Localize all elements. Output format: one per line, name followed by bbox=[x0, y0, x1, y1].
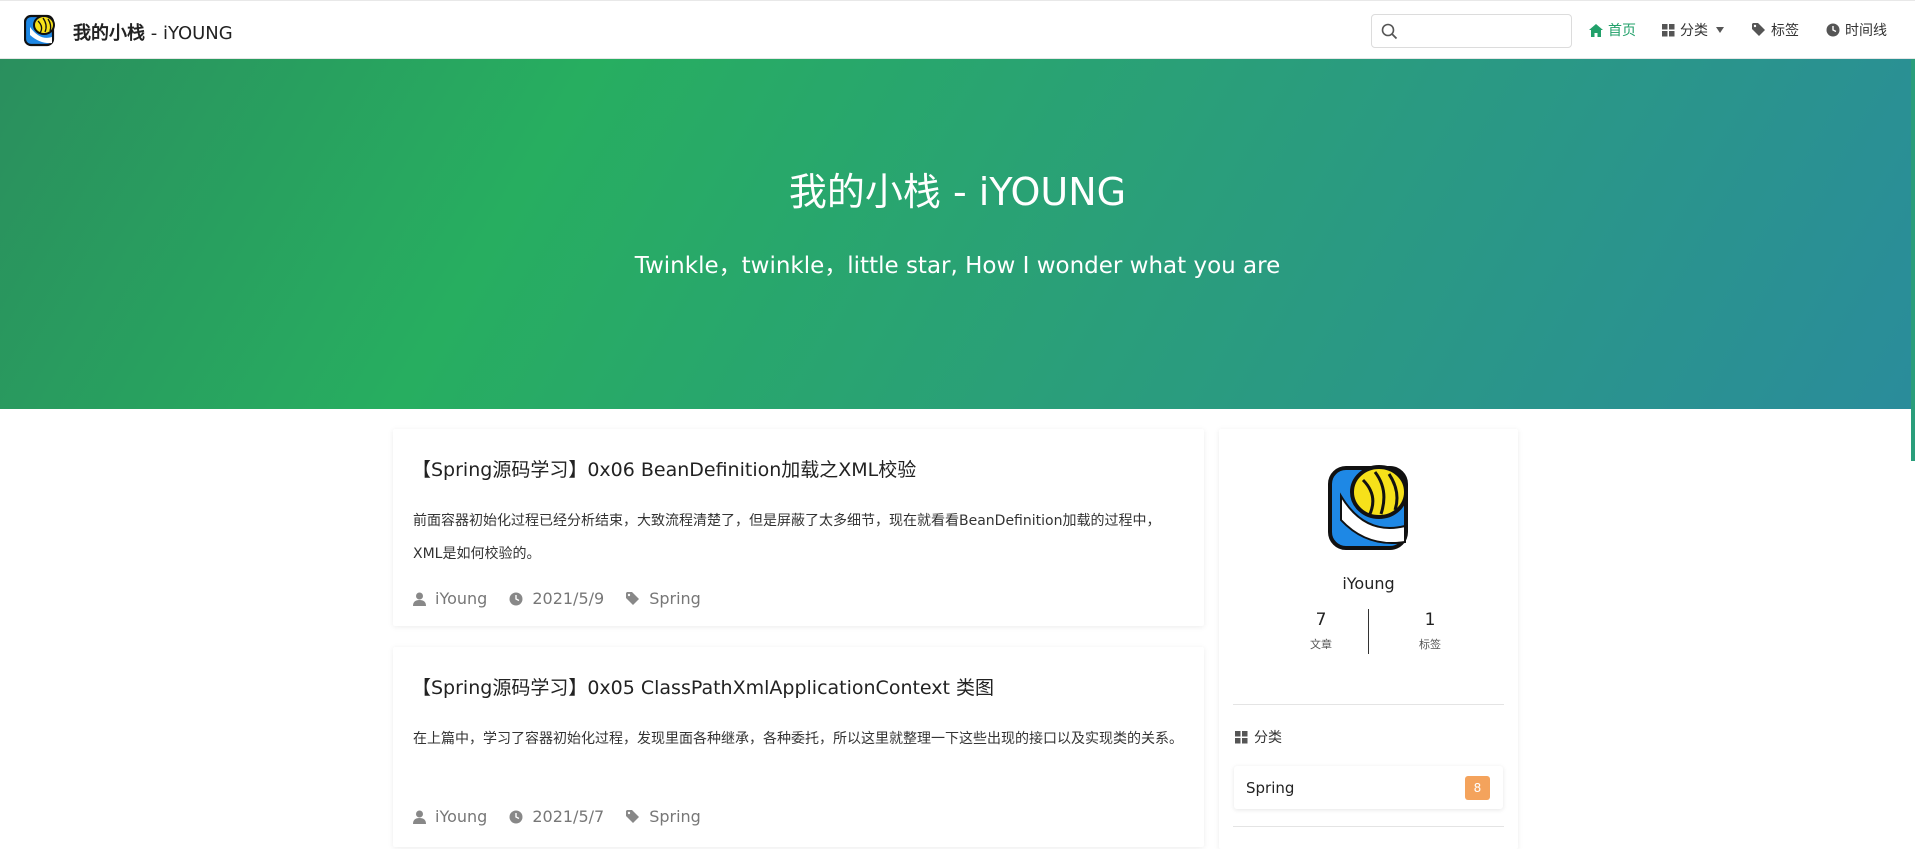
post-author: iYoung bbox=[413, 589, 487, 608]
hero-title: 我的小栈 - iYOUNG bbox=[788, 170, 1127, 214]
scroll-accent-bar bbox=[1911, 59, 1915, 461]
nav-timeline-label[interactable]: 时间线 bbox=[1845, 20, 1887, 40]
post-date: 2021/5/7 bbox=[509, 807, 604, 826]
post-tag[interactable]: Spring bbox=[626, 589, 701, 608]
post-card[interactable]: 【Spring源码学习】0x06 BeanDefinition加载之XML校验 … bbox=[393, 429, 1204, 626]
divider bbox=[1233, 826, 1504, 827]
post-card[interactable]: 【Spring源码学习】0x05 ClassPathXmlApplication… bbox=[393, 647, 1204, 847]
tag-icon bbox=[626, 591, 640, 605]
nav-timeline[interactable]: 时间线 bbox=[1826, 20, 1887, 40]
post-meta: iYoung 2021/5/7 Spring bbox=[413, 807, 723, 826]
grid-icon bbox=[1662, 23, 1675, 36]
stat-tags[interactable]: 1 标签 bbox=[1390, 610, 1470, 652]
tag-icon bbox=[1752, 23, 1765, 36]
site-title-suffix[interactable]: - iYOUNG bbox=[145, 23, 233, 44]
top-navbar: 我的小栈 - iYOUNG 首页 分类 标签 时间线 bbox=[0, 0, 1915, 59]
post-meta: iYoung 2021/5/9 Spring bbox=[413, 589, 723, 608]
nav-categories[interactable]: 分类 bbox=[1662, 20, 1724, 40]
post-date: 2021/5/9 bbox=[509, 589, 604, 608]
chevron-down-icon[interactable] bbox=[1716, 27, 1724, 33]
nav-home-label[interactable]: 首页 bbox=[1608, 20, 1636, 40]
post-date-value: 2021/5/9 bbox=[532, 589, 605, 608]
post-author: iYoung bbox=[413, 807, 487, 826]
nav-tags[interactable]: 标签 bbox=[1752, 20, 1799, 40]
post-tag[interactable]: Spring bbox=[626, 807, 701, 826]
stat-posts[interactable]: 7 文章 bbox=[1281, 610, 1361, 652]
category-item-spring[interactable]: Spring 8 bbox=[1234, 766, 1503, 809]
post-title[interactable]: 【Spring源码学习】0x05 ClassPathXmlApplication… bbox=[412, 673, 994, 700]
post-tag-label[interactable]: Spring bbox=[649, 807, 701, 826]
clock-icon bbox=[1826, 23, 1840, 37]
post-tag-label[interactable]: Spring bbox=[649, 589, 701, 608]
profile-sidebar: iYoung 7 文章 1 标签 分类 Spring 8 bbox=[1219, 429, 1518, 849]
avatar bbox=[1328, 465, 1408, 550]
categories-heading: 分类 bbox=[1235, 727, 1282, 747]
categories-heading-label: 分类 bbox=[1254, 730, 1282, 746]
user-icon bbox=[413, 592, 426, 606]
post-author-name: iYoung bbox=[435, 589, 488, 608]
clock-icon bbox=[509, 592, 523, 605]
stat-tags-count[interactable]: 1 bbox=[1390, 610, 1470, 630]
post-date-value: 2021/5/7 bbox=[532, 807, 605, 826]
post-excerpt: 前面容器初始化过程已经分析结束，大致流程清楚了，但是屏蔽了太多细节，现在就看看B… bbox=[413, 513, 1161, 562]
profile-name: iYoung bbox=[1342, 574, 1395, 593]
post-author-name: iYoung bbox=[435, 807, 488, 826]
user-icon bbox=[413, 810, 426, 824]
stat-posts-count[interactable]: 7 bbox=[1281, 610, 1361, 630]
clock-icon bbox=[509, 810, 523, 823]
stat-tags-label[interactable]: 标签 bbox=[1390, 636, 1470, 652]
nav-tags-label[interactable]: 标签 bbox=[1771, 20, 1799, 40]
home-icon bbox=[1589, 23, 1603, 37]
hero-banner: 我的小栈 - iYOUNG Twinkle，twinkle，little sta… bbox=[0, 59, 1915, 409]
nav-home[interactable]: 首页 bbox=[1589, 20, 1636, 40]
hero-subtitle: Twinkle，twinkle，little star, How I wonde… bbox=[634, 253, 1281, 279]
site-logo-icon[interactable] bbox=[24, 13, 56, 47]
post-title[interactable]: 【Spring源码学习】0x06 BeanDefinition加载之XML校验 bbox=[412, 455, 916, 482]
search-box[interactable] bbox=[1371, 14, 1572, 48]
nav-categories-label[interactable]: 分类 bbox=[1680, 20, 1708, 40]
divider bbox=[1233, 704, 1504, 705]
category-count-badge: 8 bbox=[1465, 776, 1490, 800]
search-icon bbox=[1381, 23, 1398, 40]
site-title[interactable]: 我的小栈 - iYOUNG bbox=[73, 19, 233, 45]
stat-posts-label[interactable]: 文章 bbox=[1281, 636, 1361, 652]
stat-divider bbox=[1368, 609, 1369, 654]
post-excerpt: 在上篇中，学习了容器初始化过程，发现里面各种继承，各种委托，所以这里就整理一下这… bbox=[413, 731, 1183, 747]
search-input[interactable] bbox=[1404, 19, 1564, 43]
site-title-cn[interactable]: 我的小栈 bbox=[73, 23, 145, 44]
category-name[interactable]: Spring bbox=[1246, 779, 1294, 797]
tag-icon bbox=[626, 809, 640, 823]
grid-icon bbox=[1235, 730, 1248, 743]
